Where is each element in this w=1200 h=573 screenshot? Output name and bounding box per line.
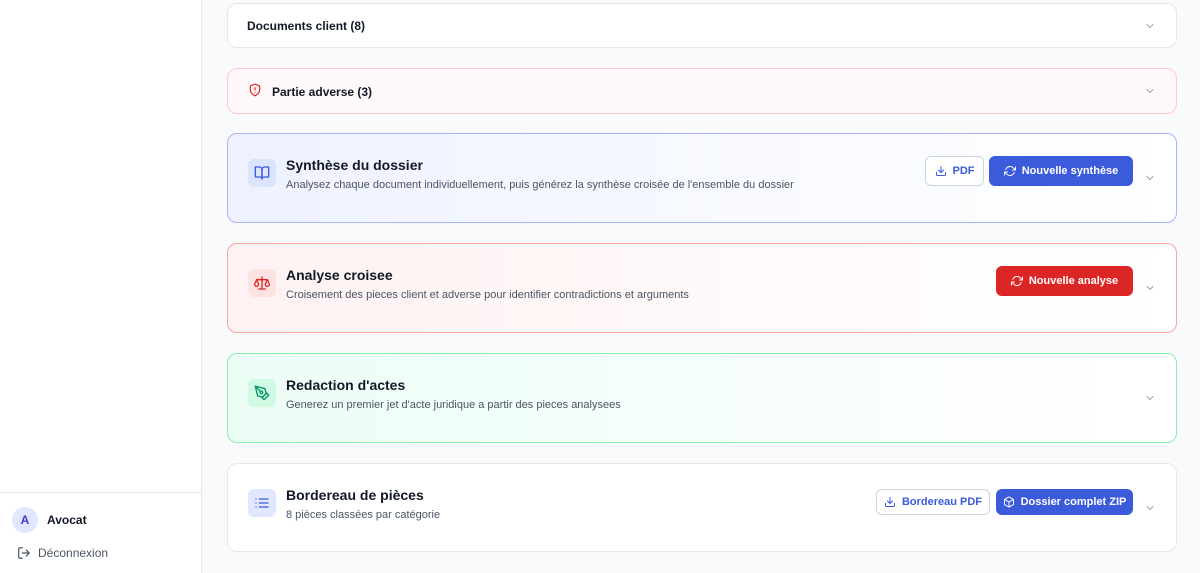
new-analysis-label: Nouvelle analyse xyxy=(1028,275,1119,287)
synthesis-icon-box xyxy=(248,159,276,187)
synthesis-pdf-button[interactable]: PDF xyxy=(925,156,984,186)
synthesis-subtitle: Analysez chaque document individuellemen… xyxy=(286,179,794,191)
chevron-down-icon[interactable] xyxy=(1144,282,1156,294)
exhibit-list-title: Bordereau de pièces xyxy=(286,487,424,503)
adverse-party-section[interactable]: Partie adverse (3) xyxy=(227,68,1177,114)
refresh-icon xyxy=(1003,166,1016,176)
new-analysis-button[interactable]: Nouvelle analyse xyxy=(996,266,1133,296)
sidebar: A Avocat Déconnexion xyxy=(0,0,202,573)
client-documents-title: Documents client (8) xyxy=(247,19,366,33)
sidebar-footer: A Avocat Déconnexion xyxy=(0,492,201,573)
adverse-party-title: Partie adverse (3) xyxy=(272,85,373,99)
download-icon xyxy=(884,497,895,507)
cross-analysis-title: Analyse croisee xyxy=(286,267,393,283)
exhibit-pdf-label: Bordereau PDF xyxy=(901,496,983,508)
synthesis-pdf-label: PDF xyxy=(952,165,975,177)
drafting-icon-box xyxy=(248,379,276,407)
synthesis-section: Synthèse du dossier Analysez chaque docu… xyxy=(227,133,1177,223)
full-dossier-zip-button[interactable]: Dossier complet ZIP xyxy=(996,489,1133,515)
chevron-down-icon[interactable] xyxy=(1144,172,1156,184)
pen-tool-icon xyxy=(254,385,270,401)
exhibit-pdf-button[interactable]: Bordereau PDF xyxy=(876,489,990,515)
exhibit-list-subtitle: 8 pièces classées par catégorie xyxy=(286,509,441,521)
refresh-icon xyxy=(1010,276,1023,286)
drafting-title: Redaction d'actes xyxy=(286,377,406,393)
cross-analysis-icon-box xyxy=(248,269,276,297)
client-documents-section[interactable]: Documents client (8) xyxy=(227,3,1177,48)
shield-alert-icon xyxy=(249,83,261,97)
chevron-down-icon[interactable] xyxy=(1144,392,1156,404)
list-icon xyxy=(255,498,269,508)
cross-analysis-section: Analyse croisee Croisement des pieces cl… xyxy=(227,243,1177,333)
synthesis-title: Synthèse du dossier xyxy=(286,157,423,173)
chevron-down-icon[interactable] xyxy=(1144,20,1156,32)
package-icon xyxy=(1003,496,1014,508)
chevron-down-icon[interactable] xyxy=(1144,502,1156,514)
new-synthesis-button[interactable]: Nouvelle synthèse xyxy=(989,156,1133,186)
avatar: A xyxy=(12,507,38,533)
user-name: Avocat xyxy=(47,513,87,527)
cross-analysis-subtitle: Croisement des pieces client et adverse … xyxy=(286,289,689,301)
user-profile[interactable]: A Avocat xyxy=(12,507,87,533)
book-open-icon xyxy=(254,166,270,180)
logout-button[interactable]: Déconnexion xyxy=(17,546,108,560)
exhibit-list-section: Bordereau de pièces 8 pièces classées pa… xyxy=(227,463,1177,552)
chevron-down-icon[interactable] xyxy=(1144,85,1156,97)
scale-icon xyxy=(254,276,270,290)
logout-label: Déconnexion xyxy=(38,546,109,560)
drafting-subtitle: Generez un premier jet d'acte juridique … xyxy=(286,399,621,411)
logout-icon xyxy=(18,547,30,559)
new-synthesis-label: Nouvelle synthèse xyxy=(1021,165,1119,177)
download-icon xyxy=(935,166,946,176)
exhibit-list-icon-box xyxy=(248,489,276,517)
drafting-section[interactable]: Redaction d'actes Generez un premier jet… xyxy=(227,353,1177,443)
full-dossier-zip-label: Dossier complet ZIP xyxy=(1020,496,1127,508)
